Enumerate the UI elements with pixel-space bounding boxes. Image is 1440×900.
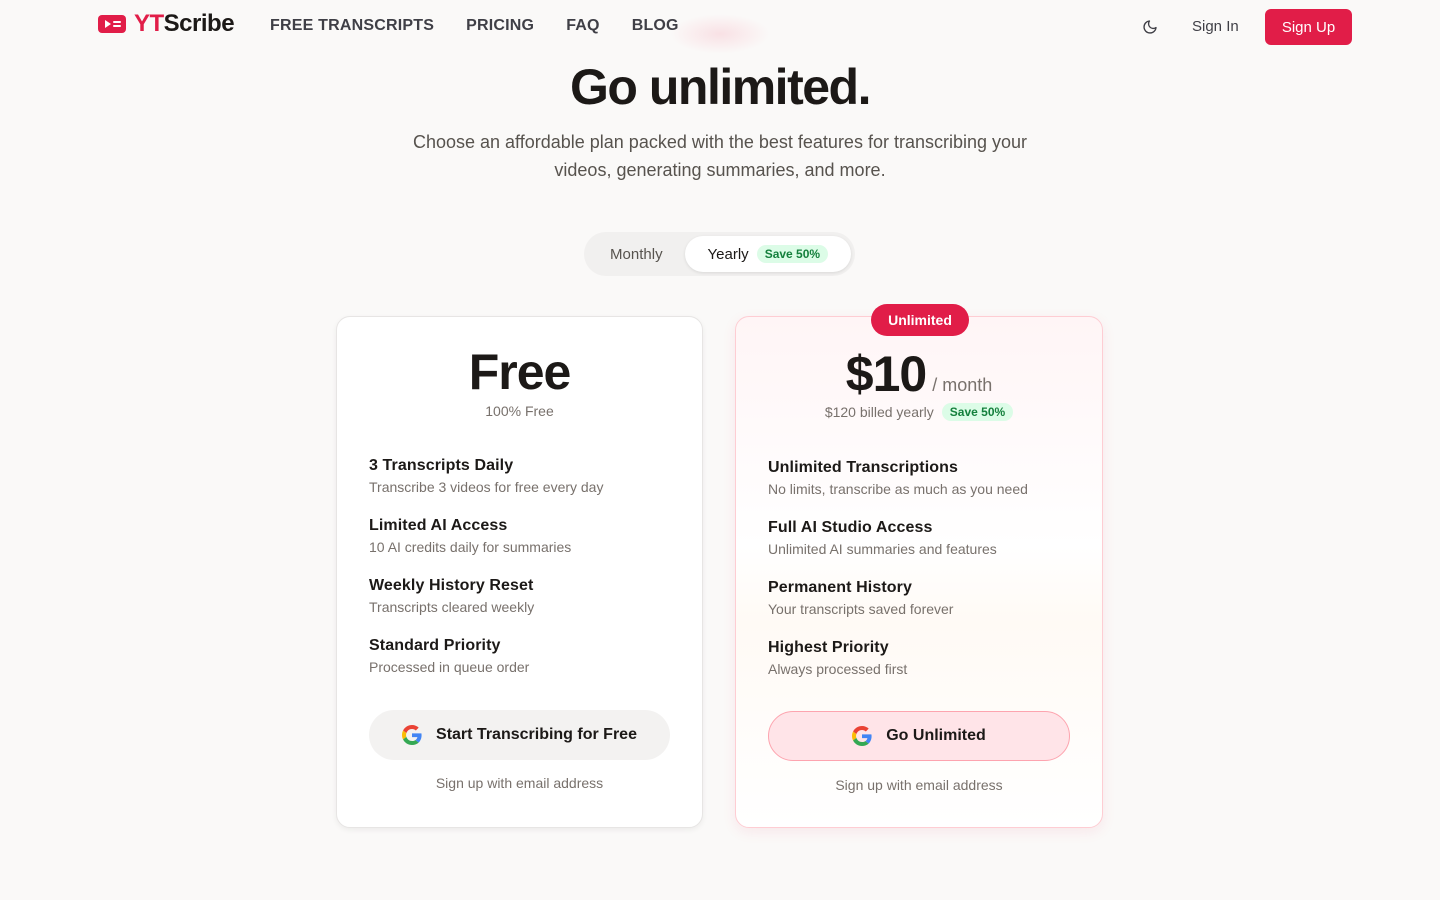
nav-pricing[interactable]: PRICING [466,17,534,35]
billing-yearly-label: Yearly [707,245,749,263]
feature-title: 3 Transcripts Daily [369,457,514,474]
go-unlimited-label: Go Unlimited [886,727,986,744]
feature-desc: Transcribe 3 videos for free every day [369,479,604,495]
feature-item: Weekly History Reset Transcripts cleared… [369,575,603,635]
brand-name-yt: YT [134,10,164,37]
billing-toggle: Monthly Yearly Save 50% [584,232,855,276]
price-period: / month [932,375,993,395]
feature-title: Permanent History [768,579,912,596]
feature-title: Limited AI Access [369,517,508,534]
brand-name-scribe: Scribe [163,10,235,37]
feature-item: Unlimited Transcriptions No limits, tran… [768,457,1028,517]
main-nav: FREE TRANSCRIPTS PRICING FAQ BLOG [270,17,679,35]
feature-desc: 10 AI credits daily for summaries [369,539,572,555]
pro-save-badge: Save 50% [941,403,1014,421]
feature-title: Weekly History Reset [369,577,534,594]
theme-toggle-button[interactable] [1134,11,1166,43]
page-title: Go unlimited. [570,59,871,115]
free-email-signup-link[interactable]: Sign up with email address [337,775,702,791]
signup-button[interactable]: Sign Up [1265,9,1352,45]
feature-desc: Unlimited AI summaries and features [768,541,997,557]
feature-item: Standard Priority Processed in queue ord… [369,635,603,695]
feature-desc: Transcripts cleared weekly [369,599,535,615]
feature-item: 3 Transcripts Daily Transcribe 3 videos … [369,455,603,515]
feature-item: Permanent History Your transcripts saved… [768,577,1028,637]
feature-item: Highest Priority Always processed first [768,637,1028,697]
feature-item: Full AI Studio Access Unlimited AI summa… [768,517,1028,577]
brand-name: YTScribe [134,10,235,38]
decorative-glow [670,14,770,54]
youtube-logo-icon [98,15,126,33]
unlimited-plan-card: Unlimited $10 / month $120 billed yearly… [735,304,1103,828]
unlimited-badge: Unlimited [871,304,969,336]
feature-title: Standard Priority [369,637,501,654]
nav-free-transcripts[interactable]: FREE TRANSCRIPTS [270,17,434,35]
start-free-label: Start Transcribing for Free [436,726,637,743]
feature-desc: Always processed first [768,661,908,677]
feature-desc: Your transcripts saved forever [768,601,954,617]
billed-yearly-text: $120 billed yearly [824,404,934,420]
feature-item: Limited AI Access 10 AI credits daily fo… [369,515,603,575]
feature-title: Unlimited Transcriptions [768,459,958,476]
nav-faq[interactable]: FAQ [566,17,600,35]
price-row: $10 / month [736,345,1102,403]
google-icon [852,726,872,746]
google-icon [402,725,422,745]
billed-row: $120 billed yearly Save 50% [736,403,1102,421]
free-plan-card: Free 100% Free 3 Transcripts Daily Trans… [336,316,703,828]
billing-monthly-option[interactable]: Monthly [588,236,685,272]
plan-price: $10 [845,346,927,402]
billing-yearly-option[interactable]: Yearly Save 50% [684,236,851,272]
pro-email-signup-link[interactable]: Sign up with email address [736,777,1102,793]
pro-feature-list: Unlimited Transcriptions No limits, tran… [768,457,1028,697]
go-unlimited-button[interactable]: Go Unlimited [768,711,1070,761]
free-feature-list: 3 Transcripts Daily Transcribe 3 videos … [369,455,603,695]
feature-title: Full AI Studio Access [768,519,933,536]
yearly-save-badge: Save 50% [756,245,829,263]
brand-logo[interactable]: YTScribe [98,10,235,38]
moon-icon [1143,20,1157,34]
free-plan-subtitle: 100% Free [485,403,554,419]
signin-link[interactable]: Sign In [1192,18,1239,35]
page-subtitle: Choose an affordable plan packed with th… [412,132,1028,180]
free-plan-name: Free [468,344,572,400]
feature-desc: No limits, transcribe as much as you nee… [768,481,1028,497]
start-free-button[interactable]: Start Transcribing for Free [369,710,670,760]
feature-title: Highest Priority [768,639,889,656]
feature-desc: Processed in queue order [369,659,530,675]
